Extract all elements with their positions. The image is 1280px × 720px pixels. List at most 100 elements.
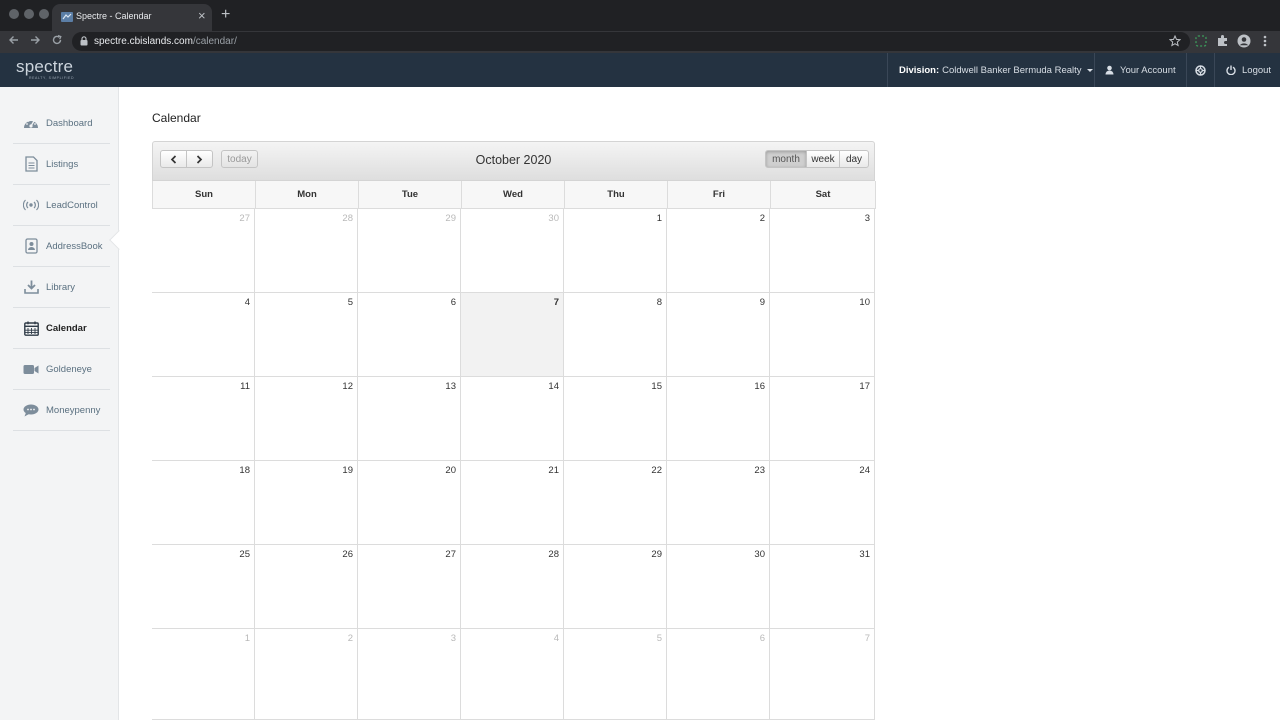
spectre-logo[interactable]: spectre REALTY, SIMPLIFIED [16, 58, 74, 81]
sidebar-item-calendar[interactable]: Calendar [13, 308, 110, 349]
day-cell[interactable]: 5 [564, 629, 667, 720]
day-view-button[interactable]: day [839, 150, 869, 168]
weekday-header-sat: Sat [771, 181, 876, 209]
weekday-header-tue: Tue [359, 181, 462, 209]
day-cell[interactable]: 29 [564, 545, 667, 629]
division-value: Coldwell Banker Bermuda Realty [942, 64, 1082, 76]
day-cell[interactable]: 3 [358, 629, 461, 720]
sidebar-item-label: Dashboard [46, 117, 93, 129]
browser-tab[interactable]: Spectre - Calendar × [52, 4, 212, 31]
day-number: 23 [754, 465, 765, 476]
your-account-link[interactable]: Your Account [1094, 53, 1186, 87]
new-tab-icon[interactable]: + [221, 6, 230, 24]
day-cell[interactable]: 19 [255, 461, 358, 545]
extensions-puzzle-icon[interactable] [1216, 34, 1229, 47]
day-number: 27 [445, 549, 456, 560]
day-cell[interactable]: 6 [358, 293, 461, 377]
day-cell[interactable]: 28 [255, 209, 358, 293]
month-view-button[interactable]: month [765, 150, 807, 168]
sidebar-item-addressbook[interactable]: AddressBook [13, 226, 110, 267]
day-cell[interactable]: 2 [667, 209, 770, 293]
forward-arrow-icon[interactable] [29, 34, 41, 46]
day-number: 13 [445, 381, 456, 392]
division-dropdown[interactable]: Division: Coldwell Banker Bermuda Realty [887, 53, 1094, 87]
day-cell[interactable]: 3 [770, 209, 875, 293]
sidebar-item-moneypenny[interactable]: Moneypenny [13, 390, 110, 431]
day-number: 4 [244, 297, 250, 308]
day-cell[interactable]: 14 [461, 377, 564, 461]
day-cell[interactable]: 24 [770, 461, 875, 545]
day-cell[interactable]: 16 [667, 377, 770, 461]
sidebar-item-leadcontrol[interactable]: LeadControl [13, 185, 110, 226]
day-cell-today[interactable]: 7 [461, 293, 564, 377]
day-cell[interactable]: 25 [152, 545, 255, 629]
day-number: 6 [450, 297, 456, 308]
day-cell[interactable]: 6 [667, 629, 770, 720]
browser-toolbar: spectre.cbislands.com/calendar/ [0, 31, 1280, 53]
sidebar: Dashboard Listings LeadControl AddressBo… [0, 87, 119, 720]
day-number: 21 [548, 465, 559, 476]
day-cell[interactable]: 27 [358, 545, 461, 629]
weekday-header-fri: Fri [668, 181, 771, 209]
day-cell[interactable]: 17 [770, 377, 875, 461]
bookmark-star-icon[interactable] [1169, 35, 1181, 47]
profile-avatar-icon[interactable] [1237, 34, 1251, 48]
extension-dashed-icon[interactable] [1194, 34, 1208, 48]
day-cell[interactable]: 26 [255, 545, 358, 629]
week-view-button[interactable]: week [806, 150, 840, 168]
day-cell[interactable]: 4 [461, 629, 564, 720]
sidebar-item-label: AddressBook [46, 240, 103, 252]
day-cell[interactable]: 27 [152, 209, 255, 293]
day-cell[interactable]: 30 [667, 545, 770, 629]
browser-tab-strip: Spectre - Calendar × + [0, 0, 1280, 31]
day-number: 14 [548, 381, 559, 392]
day-number: 31 [859, 549, 870, 560]
day-cell[interactable]: 2 [255, 629, 358, 720]
day-cell[interactable]: 4 [152, 293, 255, 377]
day-cell[interactable]: 31 [770, 545, 875, 629]
tab-close-icon[interactable]: × [198, 8, 206, 24]
day-cell[interactable]: 15 [564, 377, 667, 461]
day-cell[interactable]: 20 [358, 461, 461, 545]
day-number: 22 [651, 465, 662, 476]
window-minimize-dot[interactable] [24, 9, 34, 19]
day-number: 2 [759, 213, 765, 224]
day-cell[interactable]: 30 [461, 209, 564, 293]
document-icon [23, 156, 39, 172]
day-cell[interactable]: 7 [770, 629, 875, 720]
sidebar-item-library[interactable]: Library [13, 267, 110, 308]
window-zoom-dot[interactable] [39, 9, 49, 19]
day-cell[interactable]: 21 [461, 461, 564, 545]
sidebar-item-goldeneye[interactable]: Goldeneye [13, 349, 110, 390]
browser-menu-icon[interactable] [1262, 34, 1268, 48]
day-cell[interactable]: 1 [564, 209, 667, 293]
day-cell[interactable]: 5 [255, 293, 358, 377]
day-cell[interactable]: 12 [255, 377, 358, 461]
url-host: spectre.cbislands.com [94, 36, 193, 47]
day-cell[interactable]: 28 [461, 545, 564, 629]
day-cell[interactable]: 23 [667, 461, 770, 545]
day-cell[interactable]: 9 [667, 293, 770, 377]
reload-icon[interactable] [51, 34, 63, 46]
day-cell[interactable]: 10 [770, 293, 875, 377]
sidebar-item-label: Goldeneye [46, 363, 92, 375]
day-number: 30 [754, 549, 765, 560]
help-button[interactable] [1186, 53, 1214, 87]
day-cell[interactable]: 11 [152, 377, 255, 461]
day-cell[interactable]: 18 [152, 461, 255, 545]
day-cell[interactable]: 13 [358, 377, 461, 461]
sidebar-item-dashboard[interactable]: Dashboard [13, 103, 110, 144]
download-icon [23, 279, 39, 295]
day-cell[interactable]: 22 [564, 461, 667, 545]
day-cell[interactable]: 1 [152, 629, 255, 720]
sidebar-item-listings[interactable]: Listings [13, 144, 110, 185]
day-cell[interactable]: 29 [358, 209, 461, 293]
day-number: 1 [244, 633, 250, 644]
logout-link[interactable]: Logout [1214, 53, 1280, 87]
back-arrow-icon[interactable] [8, 34, 20, 46]
day-cell[interactable]: 8 [564, 293, 667, 377]
window-close-dot[interactable] [9, 9, 19, 19]
power-icon [1226, 65, 1236, 75]
address-bar[interactable]: spectre.cbislands.com/calendar/ [72, 32, 1190, 51]
day-number: 29 [445, 213, 456, 224]
